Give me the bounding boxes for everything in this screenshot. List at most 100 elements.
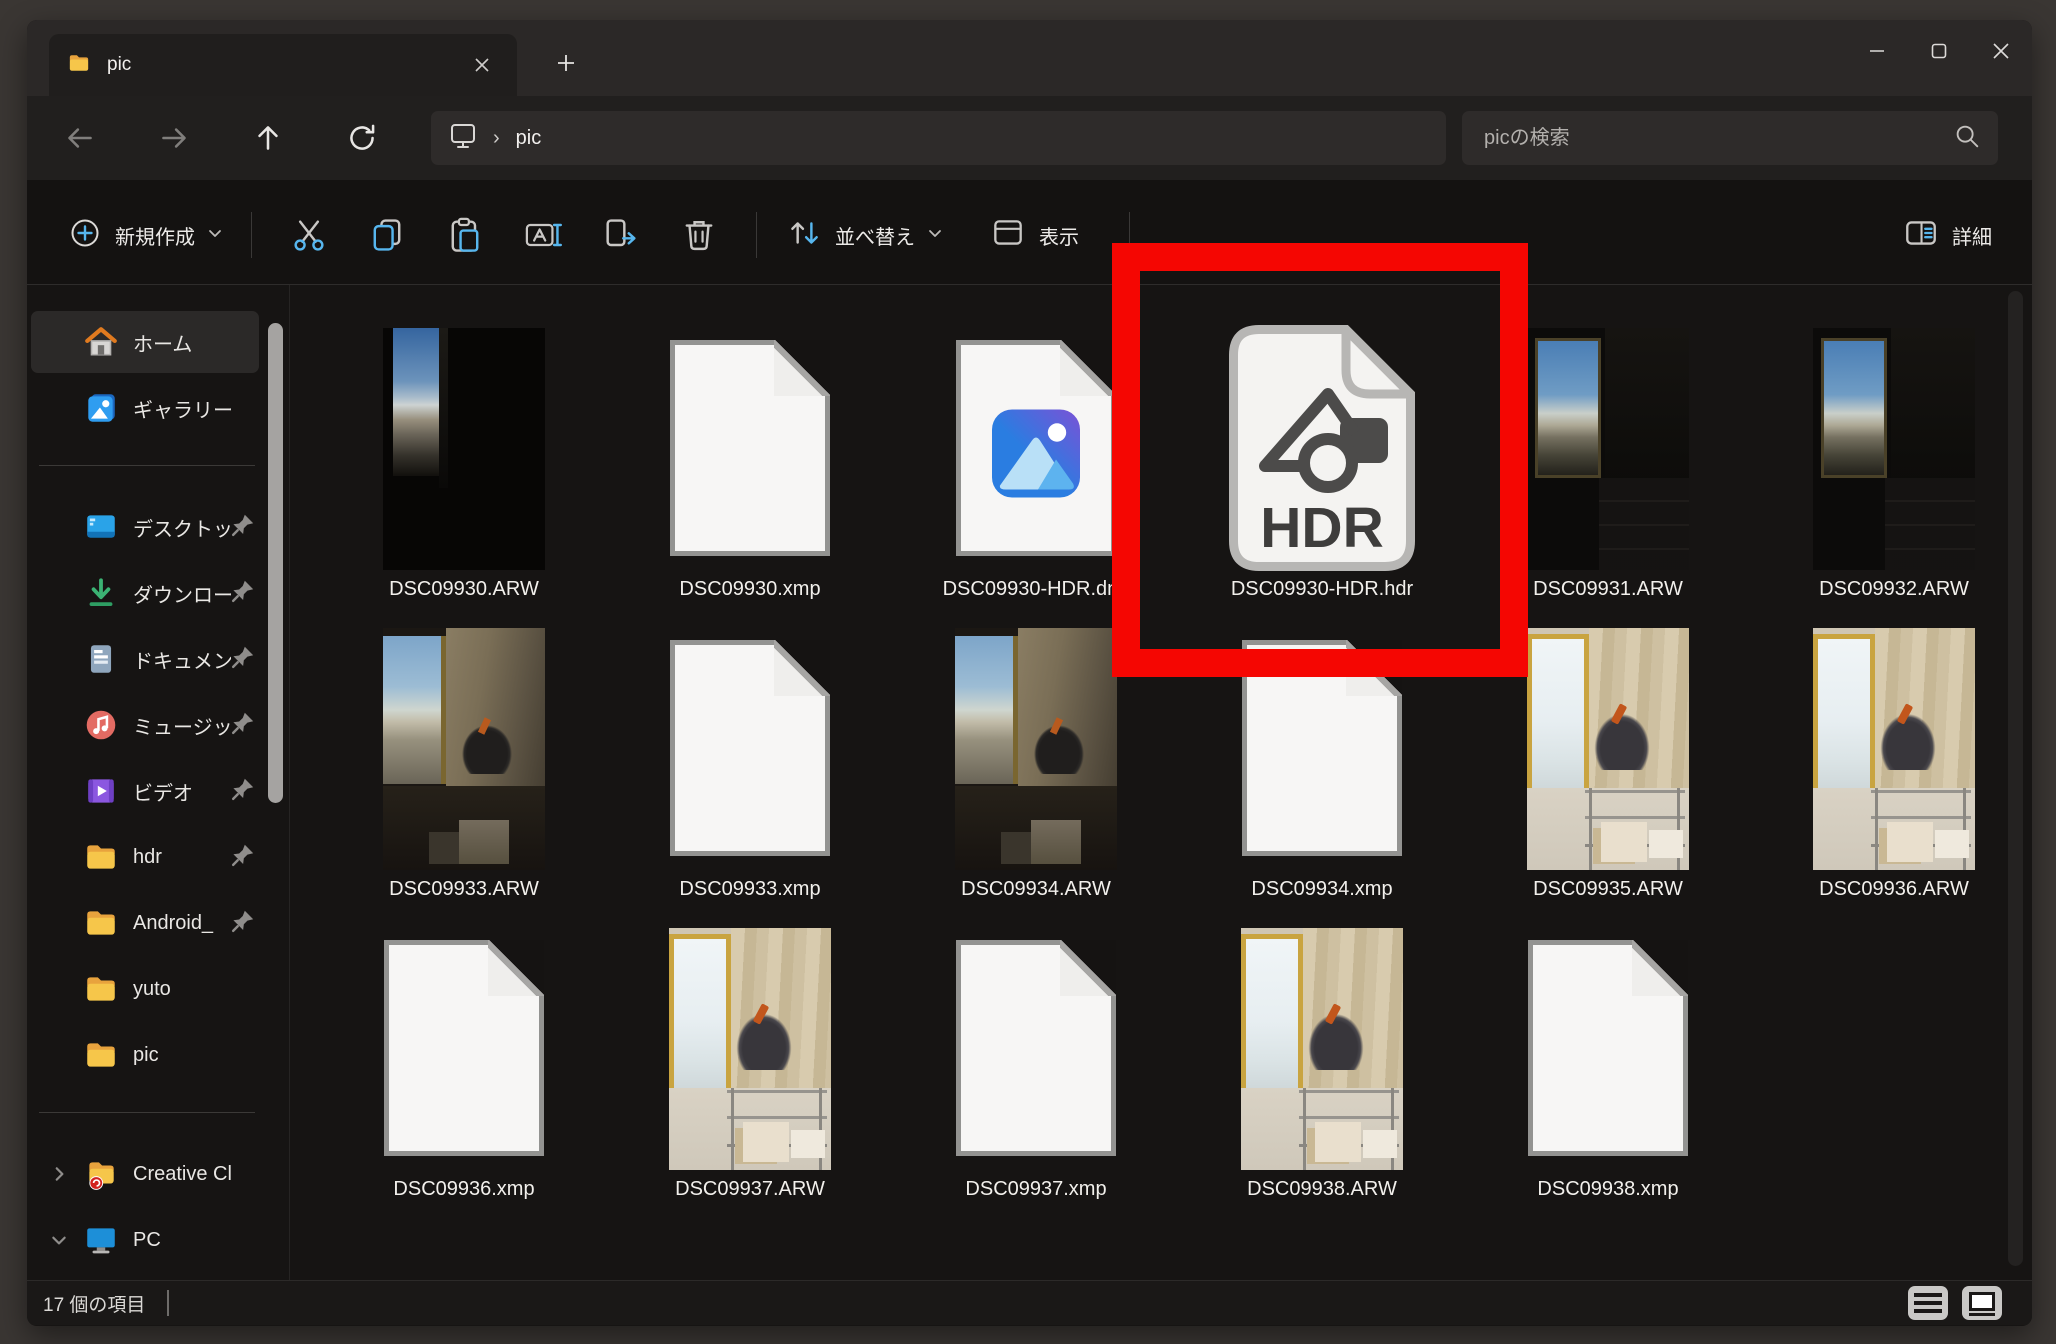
back-button[interactable] [55,113,105,163]
file-item[interactable]: DSC09930.ARW [328,326,600,622]
new-button[interactable]: 新規作成 [57,207,233,264]
sidebar-item-label: ビデオ [133,777,231,806]
view-grid-icon [989,214,1027,257]
file-explorer-window: pic [27,20,2032,1326]
photo-thumbnail [1813,328,1975,570]
copy-button[interactable] [358,209,416,261]
sidebar-item-label: PC [133,1229,231,1252]
xmp-document-icon [384,940,544,1156]
rename-button[interactable] [514,209,572,261]
sidebar-divider [39,1112,255,1113]
new-tab-button[interactable] [543,42,589,84]
cut-button[interactable] [280,209,338,261]
sidebar-item-folder-8[interactable]: Android_ [31,892,259,954]
file-item[interactable]: DSC09936.ARW [1758,626,2030,922]
pin-icon [231,711,255,740]
download-icon [83,575,119,611]
xmp-document-icon [670,340,830,556]
sidebar-item-gallery-1[interactable]: ギャラリー [31,377,259,439]
sidebar-item-creative-cloud-11[interactable]: Creative Clo [31,1143,259,1205]
sidebar-item-label: ホーム [133,328,231,357]
forward-button[interactable] [149,113,199,163]
sidebar-item-label: Creative Clo [133,1163,231,1186]
search-icon[interactable] [1952,121,1982,156]
photo-thumbnail [1527,628,1689,870]
sidebar-item-home-0[interactable]: ホーム [31,311,259,373]
search-input[interactable] [1482,126,1952,151]
photo-thumbnail [669,928,831,1170]
tab-close-button[interactable] [465,48,499,82]
desktop-icon [83,509,119,545]
details-button-label: 詳細 [1952,221,1992,250]
file-name-label: DSC09935.ARW [1472,878,1744,901]
details-button[interactable]: 詳細 [1892,206,2002,265]
file-name-label: DSC09938.ARW [1186,1178,1458,1201]
sort-button[interactable]: 並べ替え [775,206,953,265]
sidebar-item-video-6[interactable]: ビデオ [31,760,259,822]
pin-icon [231,513,255,542]
sidebar-item-folder-7[interactable]: hdr [31,826,259,888]
file-item[interactable]: DSC09936.xmp [328,926,600,1222]
xmp-document-icon [1528,940,1688,1156]
annotation-red-box [1112,243,1528,677]
home-icon [83,324,119,360]
file-item[interactable]: DSC09932.ARW [1758,326,2030,622]
file-item[interactable]: DSC09937.ARW [614,926,886,1222]
view-button[interactable]: 表示 [979,206,1089,265]
sidebar-item-download-3[interactable]: ダウンロード [31,562,259,624]
pin-icon [231,777,255,806]
file-item[interactable]: DSC09933.xmp [614,626,886,922]
minimize-button[interactable] [1846,20,1908,82]
music-icon [83,707,119,743]
file-item[interactable]: DSC09937.xmp [900,926,1172,1222]
paste-button[interactable] [436,209,494,261]
document-icon [83,641,119,677]
folder-icon [67,51,91,80]
pin-icon [231,843,255,872]
file-item[interactable]: DSC09938.ARW [1186,926,1458,1222]
chevron-right-icon[interactable] [49,1165,69,1183]
file-name-label: DSC09937.ARW [614,1178,886,1201]
plus-circle-icon [67,215,103,256]
explorer-tab[interactable]: pic [49,34,517,96]
navigation-bar: › pic [27,96,2032,180]
sidebar-item-music-5[interactable]: ミュージック [31,694,259,756]
xmp-document-icon [670,640,830,856]
toolbar-divider [251,212,252,258]
close-button[interactable] [1970,20,2032,82]
pin-icon [231,579,255,608]
breadcrumb-item[interactable]: pic [516,127,542,150]
photos-app-icon [988,406,1084,507]
delete-button[interactable] [670,209,728,261]
chevron-down-icon[interactable] [49,1231,69,1249]
photo-thumbnail [383,328,545,570]
sidebar-item-desktop-2[interactable]: デスクトップ [31,496,259,558]
sidebar-item-pc-12[interactable]: PC [31,1209,259,1271]
vertical-scrollbar[interactable] [2008,291,2023,1266]
file-item[interactable]: DSC09933.ARW [328,626,600,922]
title-bar: pic [27,20,2032,96]
sidebar-item-document-4[interactable]: ドキュメント [31,628,259,690]
maximize-button[interactable] [1908,20,1970,82]
sidebar-item-label: ミュージック [133,711,231,740]
sidebar-item-folder-9[interactable]: yuto [31,958,259,1020]
details-view-toggle-icon[interactable] [1908,1286,1948,1320]
photo-thumbnail [383,628,545,870]
file-name-label: DSC09930.ARW [328,578,600,601]
window-controls [1846,20,2032,82]
share-button[interactable] [592,209,650,261]
photo-thumbnail [955,628,1117,870]
monitor-icon[interactable] [445,118,481,159]
refresh-button[interactable] [337,113,387,163]
sidebar-scrollbar[interactable] [268,323,283,803]
thumbnail-view-toggle-icon[interactable] [1962,1286,2002,1320]
up-button[interactable] [243,113,293,163]
file-item[interactable]: DSC09938.xmp [1472,926,1744,1222]
sidebar-item-label: デスクトップ [133,513,231,542]
address-bar[interactable]: › pic [431,111,1446,165]
file-item[interactable]: DSC09930.xmp [614,326,886,622]
sidebar-item-folder-10[interactable]: pic [31,1024,259,1086]
file-name-label: DSC09932.ARW [1758,578,2030,601]
chevron-down-icon [927,225,943,246]
search-box[interactable] [1462,111,1998,165]
